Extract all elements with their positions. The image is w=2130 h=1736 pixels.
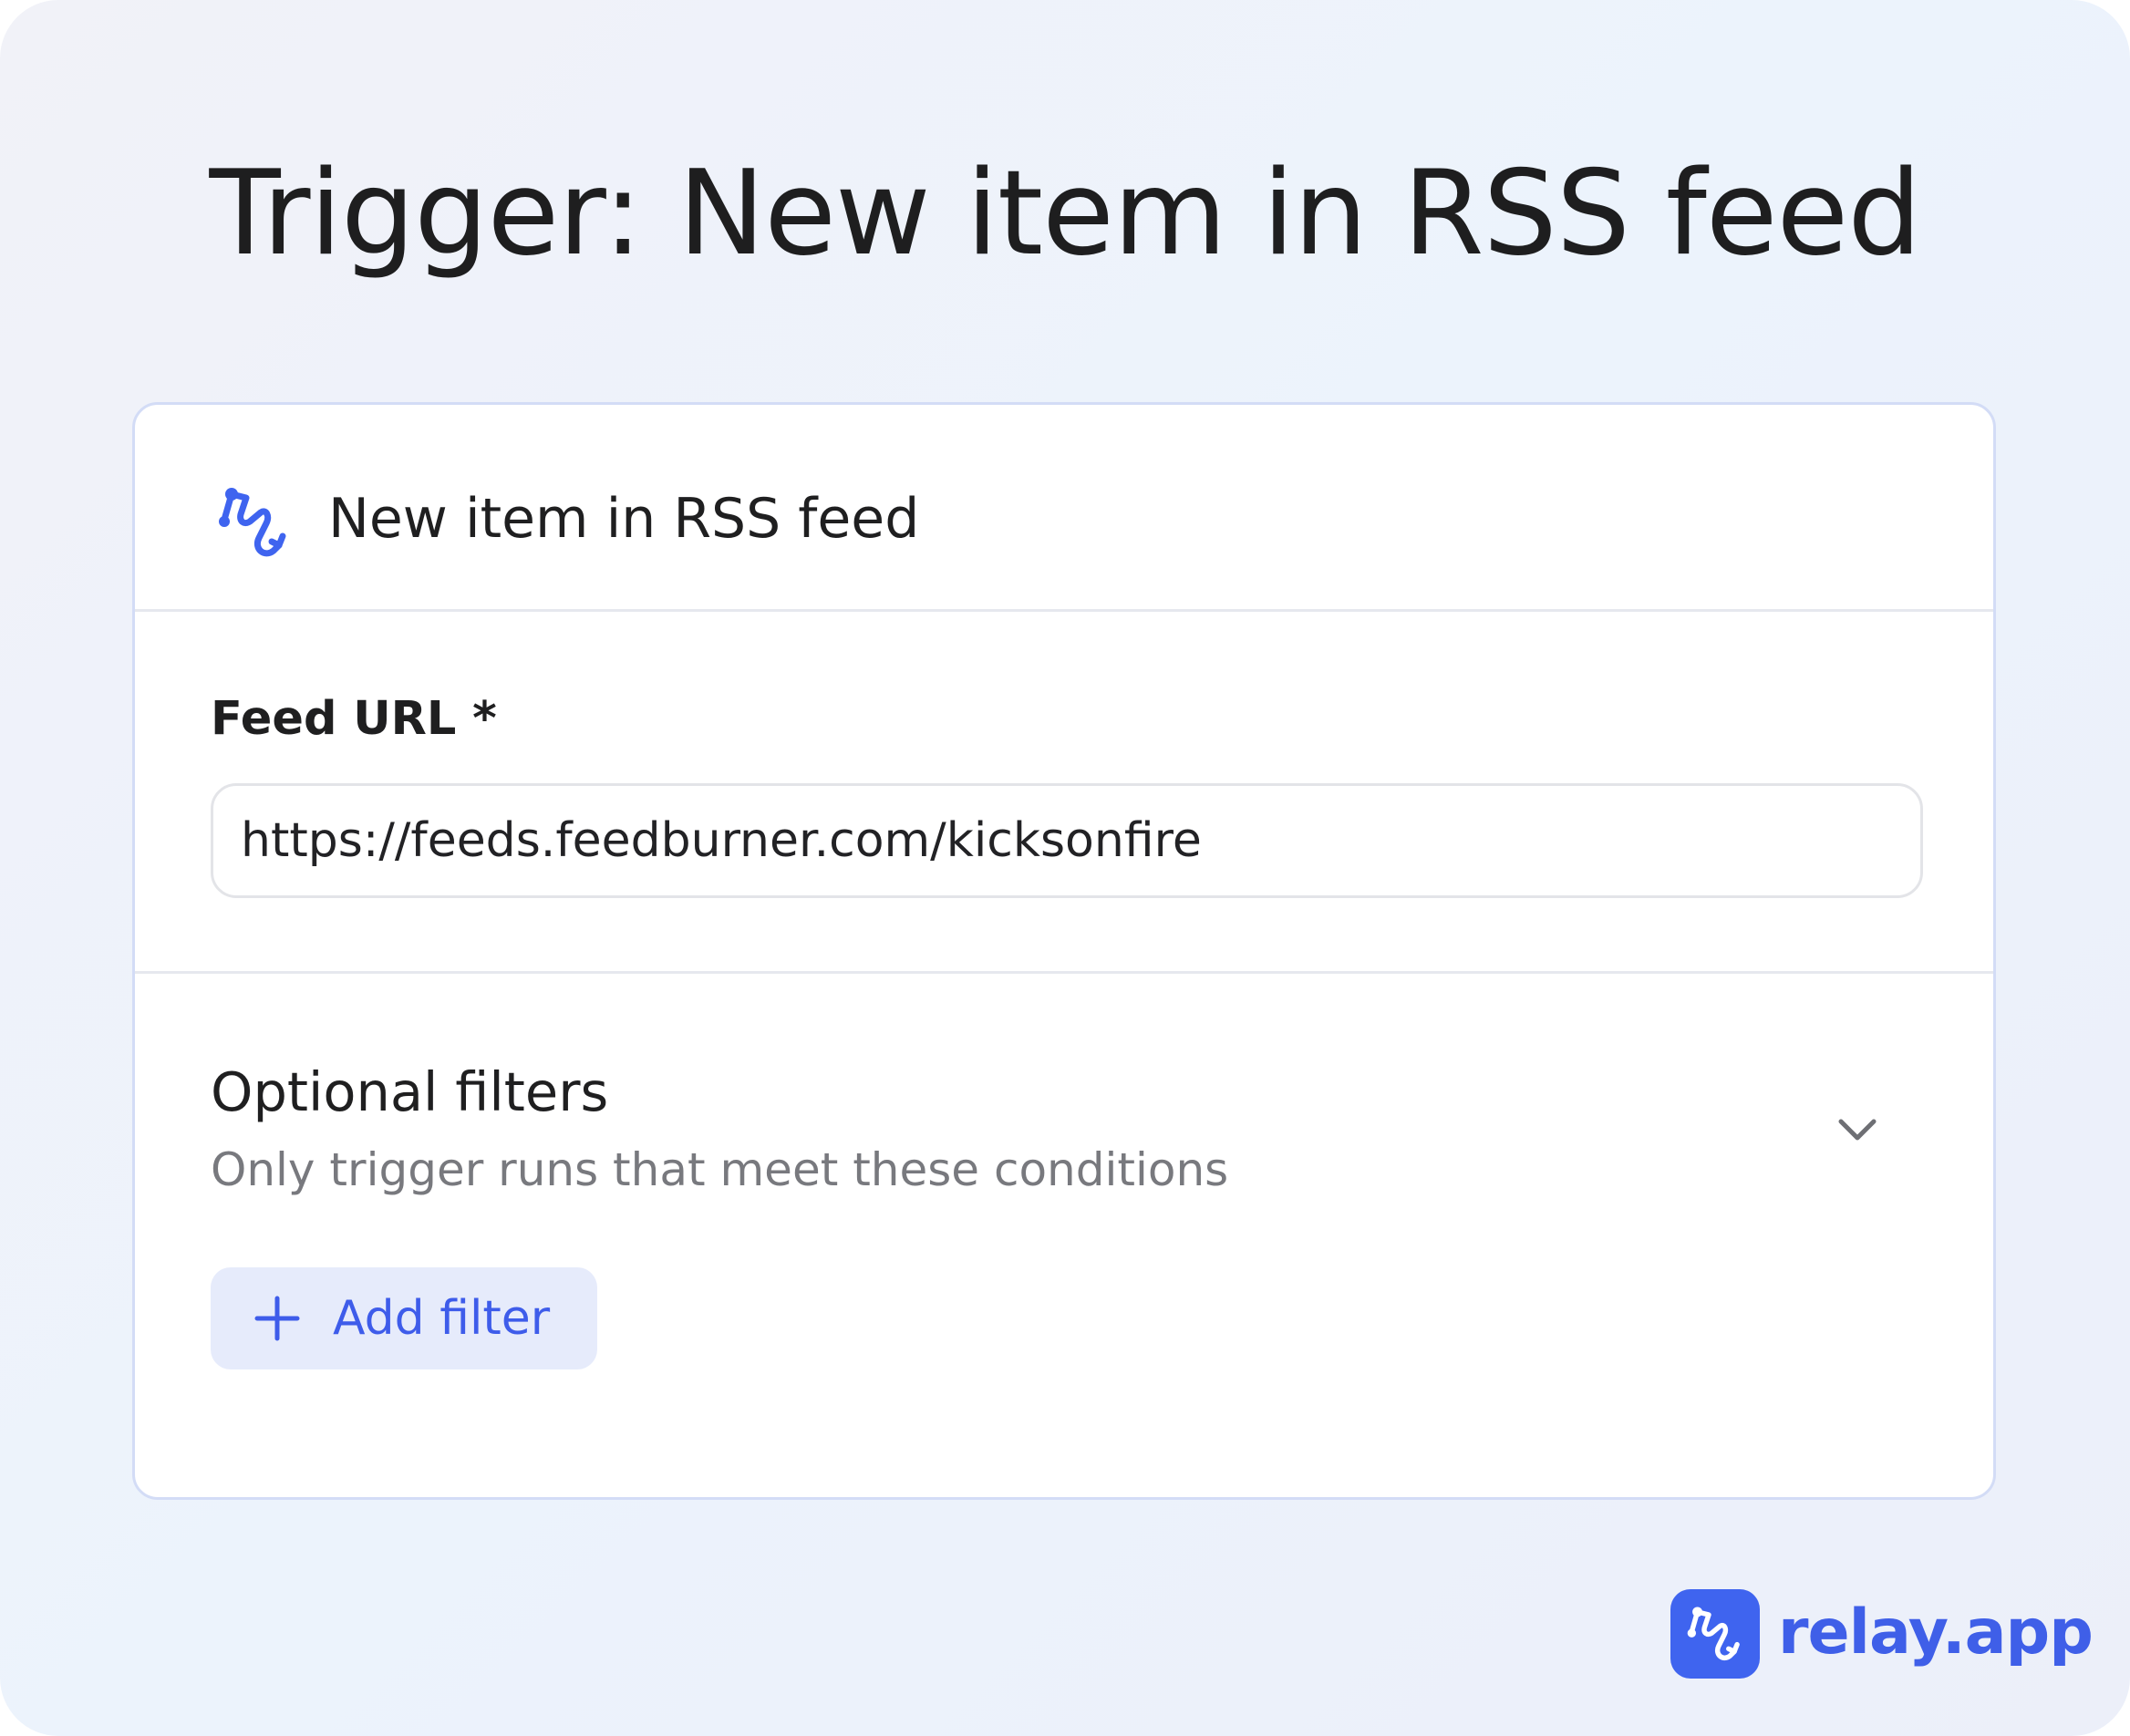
add-filter-label: Add filter — [333, 1291, 551, 1346]
plus-icon — [254, 1296, 300, 1341]
feed-url-label: Feed URL * — [211, 692, 497, 746]
relay-trigger-icon — [213, 481, 295, 563]
add-filter-button[interactable]: Add filter — [211, 1267, 597, 1369]
feed-url-section: Feed URL * — [135, 612, 1993, 974]
brand-name: relay.app — [1778, 1596, 2094, 1669]
relay-logo-icon — [1670, 1589, 1760, 1679]
filters-subtitle: Only trigger runs that meet these condit… — [211, 1143, 1229, 1196]
card-header: New item in RSS feed — [135, 405, 1993, 612]
page-canvas: Trigger: New item in RSS feed New item i… — [0, 0, 2130, 1736]
chevron-down-icon[interactable] — [1833, 1105, 1882, 1154]
filters-title: Optional filters — [211, 1060, 609, 1123]
card-title: New item in RSS feed — [328, 487, 920, 551]
optional-filters-section: Optional filters Only trigger runs that … — [135, 974, 1993, 1497]
trigger-card: New item in RSS feed Feed URL * Optional… — [132, 402, 1996, 1500]
page-title: Trigger: New item in RSS feed — [209, 146, 1921, 282]
feed-url-input[interactable] — [211, 783, 1923, 898]
